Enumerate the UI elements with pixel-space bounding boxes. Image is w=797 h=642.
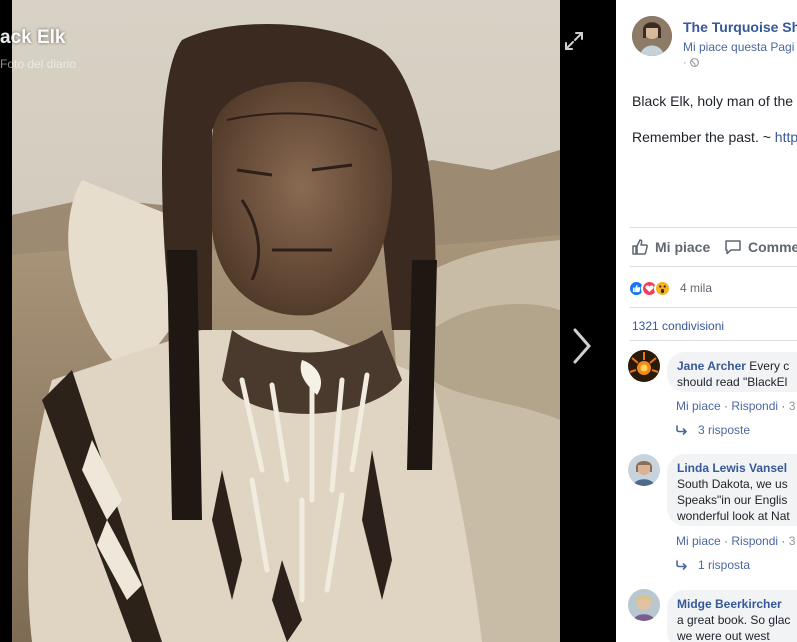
comment-text: Speaks"in our Englis — [677, 493, 788, 507]
avatar[interactable] — [628, 350, 660, 382]
photo-image — [12, 0, 560, 642]
photo-title: ack Elk — [0, 27, 66, 48]
comment-text: Every c — [745, 359, 790, 373]
comment-author[interactable]: Midge Beerkircher — [677, 597, 782, 611]
post-text-prefix: Remember the past. ~ — [632, 129, 775, 145]
reply-arrow-icon — [676, 425, 687, 435]
comment-like-link[interactable]: Mi piace — [676, 399, 721, 413]
avatar-image — [628, 454, 660, 486]
comment-replies-link[interactable]: 3 risposte — [676, 423, 750, 437]
comment-text: South Dakota, we us — [677, 477, 788, 491]
post-meta: · — [683, 57, 687, 69]
divider — [630, 227, 797, 228]
avatar[interactable] — [628, 454, 660, 486]
comment-text: a great book. So glac — [677, 613, 791, 627]
reactions-summary[interactable] — [628, 280, 671, 297]
page-avatar[interactable] — [632, 16, 672, 56]
photo-subtitle[interactable]: Foto del diario — [0, 57, 76, 71]
comment-author[interactable]: Linda Lewis Vansel — [677, 461, 787, 475]
thumbs-up-icon — [632, 239, 648, 255]
comment-author[interactable]: Jane Archer — [677, 359, 746, 373]
comment-bubble: Midge Beerkircher a great book. So glac … — [667, 590, 797, 642]
divider — [630, 307, 797, 308]
reactions-count[interactable]: 4 mila — [680, 281, 712, 295]
comment-text: we were out west — [677, 629, 770, 642]
chevron-right-icon[interactable] — [571, 326, 593, 366]
comment-button[interactable]: Comme — [724, 237, 797, 257]
comment-reply-link[interactable]: Rispondi — [731, 534, 778, 548]
comment-time[interactable]: 3 — [789, 399, 796, 413]
comment-text: should read "BlackEl — [677, 375, 788, 389]
page-avatar-image — [632, 16, 672, 56]
comment-text: wonderful look at Nat — [677, 509, 790, 523]
comment-reply-link[interactable]: Rispondi — [731, 399, 778, 413]
comment-replies-link[interactable]: 1 risposta — [676, 558, 750, 572]
divider — [630, 340, 797, 341]
divider — [630, 266, 797, 267]
photo-theater: ack Elk Foto del diario — [0, 0, 616, 642]
reply-arrow-icon — [676, 560, 687, 570]
post-text-line: Remember the past. ~ http — [632, 129, 797, 145]
photo[interactable] — [12, 0, 560, 642]
comment-bubble: Jane Archer Every c should read "BlackEl — [667, 352, 797, 392]
avatar-image — [628, 589, 660, 621]
comment-time[interactable]: 3 — [789, 534, 796, 548]
comment-replies-label: 1 risposta — [698, 558, 751, 572]
avatar-image — [628, 350, 660, 382]
comment-actions: Mi piace · Rispondi · 3 — [676, 534, 796, 548]
comment-like-link[interactable]: Mi piace — [676, 534, 721, 548]
wow-icon — [654, 280, 671, 297]
avatar[interactable] — [628, 589, 660, 621]
like-page-link[interactable]: Mi piace questa Pagi — [683, 40, 794, 54]
like-button[interactable]: Mi piace — [631, 237, 710, 257]
comment-actions: Mi piace · Rispondi · 3 — [676, 399, 796, 413]
expand-icon[interactable] — [563, 30, 585, 52]
comment-icon — [725, 240, 741, 255]
comment-button-label: Comme — [748, 239, 797, 255]
comment-replies-label: 3 risposte — [698, 423, 751, 437]
shares-count[interactable]: 1321 condivisioni — [632, 319, 724, 333]
comment-bubble: Linda Lewis Vansel South Dakota, we us S… — [667, 454, 797, 526]
post-link[interactable]: http — [775, 129, 797, 145]
post-text-line: Black Elk, holy man of the — [632, 93, 794, 109]
page-name[interactable]: The Turquoise Sh — [683, 19, 797, 35]
globe-icon — [690, 58, 699, 67]
like-button-label: Mi piace — [655, 239, 711, 255]
post-sidebar: The Turquoise Sh Mi piace questa Pagi · … — [616, 0, 797, 642]
